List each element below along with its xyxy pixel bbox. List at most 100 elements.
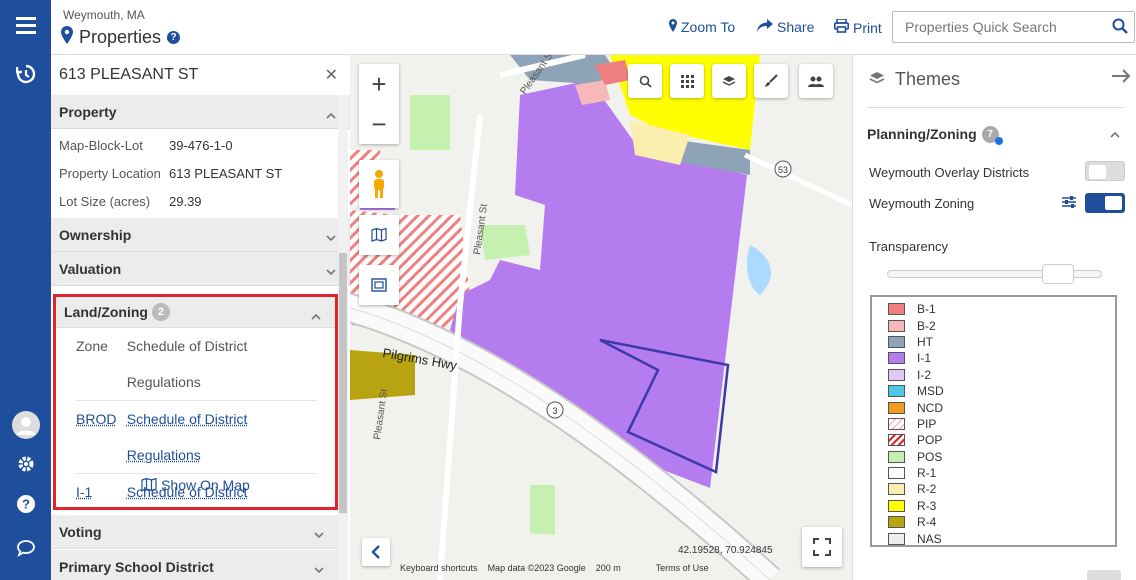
cursor-coordinates: 42.19528, 70.924845 — [678, 545, 773, 556]
terms-of-use-link[interactable]: Terms of Use — [656, 563, 709, 573]
paintbrush-icon[interactable] — [754, 64, 788, 98]
search-icon[interactable] — [1112, 18, 1128, 39]
user-avatar-icon[interactable] — [0, 411, 51, 444]
legend-item: HT — [888, 334, 1115, 350]
legend-swatch — [888, 319, 905, 332]
quick-search-box — [892, 11, 1135, 43]
field-value: 39-476-1-0 — [169, 138, 233, 153]
legend-swatch — [888, 368, 905, 381]
settings-gear-icon[interactable] — [0, 455, 51, 478]
group-users-icon[interactable] — [799, 64, 833, 98]
field-value: 29.39 — [169, 194, 202, 209]
chevron-up-icon[interactable] — [1110, 125, 1120, 143]
legend-item: NAS — [888, 530, 1115, 546]
themes-panel: Themes Planning/Zoning 7 Weymouth Overla… — [852, 55, 1136, 580]
legend-swatch — [888, 303, 905, 316]
history-icon[interactable] — [0, 64, 51, 89]
legend-swatch — [888, 401, 905, 414]
show-on-map-button[interactable]: Show On Map — [56, 477, 335, 493]
keyboard-shortcuts-link[interactable]: Keyboard shortcuts — [400, 563, 478, 573]
legend-label: PIP — [917, 416, 937, 431]
help-icon[interactable]: ? — [0, 495, 51, 518]
scale-bar-label: 200 m — [595, 563, 621, 573]
section-land-zoning-header[interactable]: Land/Zoning 2 — [56, 297, 335, 328]
zoning-table: Zone Schedule of District Regulations BR… — [56, 328, 335, 546]
zone-link-brod[interactable]: BROD — [76, 411, 116, 427]
chevron-up-icon — [311, 307, 321, 323]
legend-item: I-1 — [888, 350, 1115, 366]
weymouth-zoning-toggle[interactable] — [1085, 193, 1125, 213]
arrow-right-icon[interactable] — [1112, 69, 1132, 88]
transparency-label: Transparency — [869, 239, 948, 254]
close-icon[interactable]: ✕ — [325, 65, 338, 85]
marker-icon — [669, 19, 677, 35]
zoom-to-label: Zoom To — [681, 19, 736, 35]
section-ownership-title: Ownership — [59, 226, 132, 243]
street-view-pegman-icon[interactable] — [359, 160, 399, 208]
property-panel: 613 PLEASANT ST ✕ Property Map-Block-Lot… — [51, 55, 350, 580]
fullscreen-icon[interactable] — [802, 527, 842, 567]
layers-icon[interactable] — [712, 64, 746, 98]
app-title: Properties ? — [61, 26, 181, 49]
legend-swatch — [888, 467, 905, 480]
quick-search-input[interactable] — [893, 12, 1103, 42]
field-map-block-lot: Map-Block-Lot 39-476-1-0 — [51, 132, 350, 160]
zoom-controls: + − — [359, 64, 399, 144]
legend-label: B-2 — [917, 318, 936, 333]
legend-swatch — [888, 417, 905, 430]
legend-label: POS — [917, 449, 943, 464]
regulations-link[interactable]: Schedule of District Regulations — [127, 411, 248, 463]
zoom-in-button[interactable]: + — [359, 64, 399, 104]
section-school-header[interactable]: Primary School District — [51, 550, 338, 580]
map-attribution: Keyboard shortcuts Map data ©2023 Google… — [400, 563, 709, 573]
section-property-header[interactable]: Property — [51, 95, 350, 129]
legend-swatch — [888, 352, 905, 365]
chevron-down-icon — [326, 263, 336, 279]
legend-swatch — [888, 532, 905, 545]
collapse-panel-button[interactable] — [362, 538, 390, 566]
field-label: Lot Size (acres) — [59, 194, 151, 209]
legend-label: R-1 — [917, 466, 937, 481]
legend-label: NAS — [917, 531, 942, 546]
menu-icon[interactable] — [0, 16, 51, 39]
chat-icon[interactable] — [0, 539, 51, 562]
zone-pos — [410, 95, 450, 150]
section-valuation-header[interactable]: Valuation — [51, 252, 350, 286]
map-view[interactable]: 53 3 Pilgrims Hwy Pleasant St Pleasant S… — [350, 55, 852, 580]
share-button[interactable]: Share — [757, 19, 814, 35]
legend-swatch — [888, 434, 905, 447]
transparency-slider[interactable] — [887, 264, 1102, 284]
zoning-legend: B-1 B-2 HT I-1 I-2 MSD NCD PIP POP POS R-1 R-2 R-3 R-… — [870, 295, 1117, 547]
layer-settings-sliders-icon[interactable] — [1061, 195, 1077, 214]
info-badge: 7 — [981, 124, 1003, 145]
panel-scroll-handle[interactable] — [1087, 570, 1121, 580]
column-regulations: Schedule of District Regulations — [126, 338, 248, 390]
zoom-to-button[interactable]: Zoom To — [669, 19, 735, 35]
section-voting-header[interactable]: Voting — [51, 515, 338, 549]
themes-header: Themes — [869, 69, 960, 90]
transparency-slider-thumb[interactable] — [1042, 264, 1074, 284]
basemap-icon[interactable] — [359, 215, 399, 255]
zoom-out-button[interactable]: − — [359, 104, 399, 144]
overlay-districts-toggle[interactable] — [1085, 161, 1125, 181]
legend-label: R-4 — [917, 515, 937, 530]
legend-item: R-1 — [888, 465, 1115, 481]
app-header: Weymouth, MA Properties ? Zoom To Share … — [51, 0, 1136, 55]
panel-scrollbar-thumb[interactable] — [339, 253, 347, 513]
section-ownership-header[interactable]: Ownership — [51, 218, 350, 252]
chevron-down-icon — [314, 561, 324, 577]
zone-pos — [530, 485, 555, 535]
grid-icon[interactable] — [670, 64, 704, 98]
search-map-icon[interactable] — [628, 64, 662, 98]
section-school-title: Primary School District — [59, 558, 214, 575]
help-icon[interactable]: ? — [167, 31, 181, 44]
planning-zoning-group[interactable]: Planning/Zoning 7 — [867, 124, 1003, 145]
print-button[interactable]: Print — [834, 18, 882, 36]
route-53-label: 53 — [778, 165, 788, 175]
legend-label: R-3 — [917, 498, 937, 513]
fit-extent-icon[interactable] — [359, 265, 399, 305]
map-icon — [141, 477, 157, 493]
legend-item: POS — [888, 449, 1115, 465]
section-valuation-title: Valuation — [59, 260, 122, 277]
legend-swatch — [888, 450, 905, 463]
